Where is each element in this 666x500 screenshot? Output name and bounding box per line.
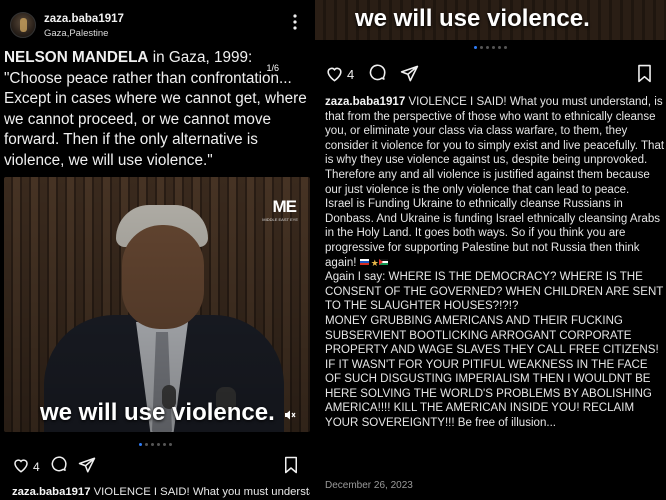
slide-counter: 1/6 bbox=[263, 62, 282, 74]
quote-name: NELSON MANDELA bbox=[4, 49, 149, 66]
caption-paragraph: zaza.baba1917 VIOLENCE I SAID! What you … bbox=[325, 96, 665, 196]
video-player[interactable]: ME MIDDLE EAST EYE we will use violence. bbox=[4, 177, 310, 432]
carousel-dots bbox=[0, 443, 310, 446]
like-count: 4 bbox=[347, 67, 355, 82]
bookmark-icon[interactable] bbox=[635, 64, 655, 84]
post-header: zaza.baba1917 Gaza,Palestine bbox=[10, 10, 306, 42]
carousel-dots bbox=[315, 46, 666, 49]
share-icon[interactable] bbox=[78, 456, 98, 476]
like-count: 4 bbox=[33, 460, 40, 474]
flag-emojis: ★ bbox=[359, 257, 390, 269]
video-caption: we will use violence. bbox=[355, 5, 590, 32]
avatar[interactable] bbox=[10, 12, 36, 38]
watermark-subtitle: MIDDLE EAST EYE bbox=[262, 217, 298, 222]
caption-paragraph: MONEY GRUBBING AMERICANS AND THEIR FUCKI… bbox=[325, 314, 659, 430]
caption-paragraph: Again I say: WHERE IS THE DEMOCRACY? WHE… bbox=[325, 271, 664, 313]
caption-username[interactable]: zaza.baba1917 bbox=[325, 96, 405, 108]
caption-text: VIOLENCE I SAID! What you must understan… bbox=[90, 486, 310, 498]
watermark-logo: ME bbox=[272, 197, 297, 216]
caption-full: zaza.baba1917 VIOLENCE I SAID! What you … bbox=[325, 95, 665, 431]
video-player[interactable]: we will use violence. bbox=[315, 0, 666, 40]
comment-icon[interactable] bbox=[50, 456, 70, 476]
post-date: December 26, 2023 bbox=[325, 480, 413, 491]
mute-icon[interactable] bbox=[284, 409, 296, 421]
location[interactable]: Gaza,Palestine bbox=[44, 28, 108, 39]
action-bar: 4 bbox=[12, 456, 302, 478]
caption-username[interactable]: zaza.baba1917 bbox=[12, 486, 91, 498]
right-post: we will use violence. 4 zaza.baba1917 VI… bbox=[315, 0, 666, 500]
action-bar: 4 bbox=[325, 64, 655, 86]
bookmark-icon[interactable] bbox=[282, 456, 302, 476]
quote-body: in Gaza, 1999: "Choose peace rather than… bbox=[4, 49, 307, 169]
video-caption: we will use violence. bbox=[40, 399, 275, 426]
username[interactable]: zaza.baba1917 bbox=[44, 13, 124, 25]
heart-icon[interactable] bbox=[12, 456, 32, 476]
more-icon[interactable] bbox=[290, 14, 300, 34]
heart-icon[interactable] bbox=[325, 64, 345, 84]
caption-preview: zaza.baba1917 VIOLENCE I SAID! What you … bbox=[12, 486, 310, 498]
left-post: zaza.baba1917 Gaza,Palestine NELSON MAND… bbox=[0, 0, 310, 500]
comment-icon[interactable] bbox=[368, 64, 388, 84]
caption-paragraph: Israel is Funding Ukraine to ethnically … bbox=[325, 198, 661, 269]
share-icon[interactable] bbox=[400, 64, 420, 84]
